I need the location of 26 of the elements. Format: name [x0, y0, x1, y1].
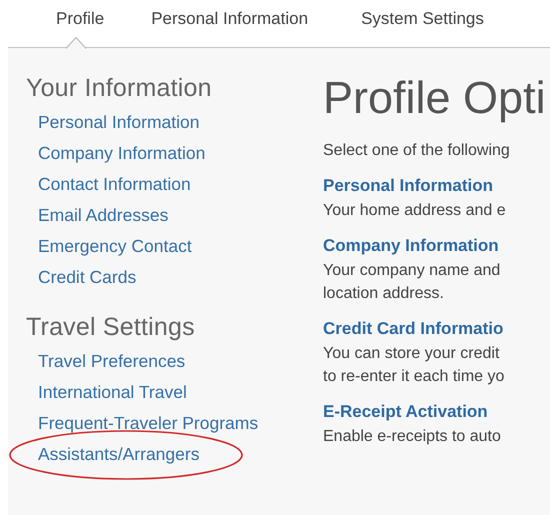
sidebar-link[interactable]: International Travel: [26, 379, 187, 405]
tab[interactable]: Personal Information: [143, 0, 334, 47]
sidebar-link[interactable]: Credit Cards: [26, 264, 136, 290]
option-description: Your company name and: [323, 261, 502, 281]
sidebar-link[interactable]: Frequent-Traveler Programs: [26, 410, 258, 436]
option-link[interactable]: Personal Information: [323, 176, 494, 196]
option-description: You can store your credit: [323, 344, 500, 364]
sidebar-link[interactable]: Company Information: [26, 140, 206, 166]
option-description: to re-enter it each time yo: [323, 367, 506, 387]
tab[interactable]: System Settings: [353, 0, 509, 47]
sidebar-link[interactable]: Personal Information: [26, 109, 200, 135]
option-link[interactable]: Company Information: [323, 236, 499, 256]
option-description: location address.: [323, 284, 445, 304]
option-description: Enable e-receipts to auto: [323, 427, 502, 447]
option-link[interactable]: Credit Card Informatio: [323, 319, 504, 339]
option-link[interactable]: E-Receipt Activation: [323, 402, 488, 422]
sidebar-link[interactable]: Emergency Contact: [26, 233, 192, 259]
sidebar-link[interactable]: Contact Information: [26, 171, 191, 197]
sidebar-link[interactable]: Email Addresses: [26, 202, 168, 228]
page-title: Profile Opti: [323, 72, 547, 124]
tab[interactable]: Profile: [48, 0, 130, 47]
section-heading: Travel Settings: [26, 313, 196, 342]
section-heading: Your Information: [26, 74, 213, 103]
sidebar-link[interactable]: Travel Preferences: [26, 348, 186, 374]
intro-text: Select one of the following: [323, 142, 511, 160]
option-description: Your home address and e: [323, 201, 507, 221]
